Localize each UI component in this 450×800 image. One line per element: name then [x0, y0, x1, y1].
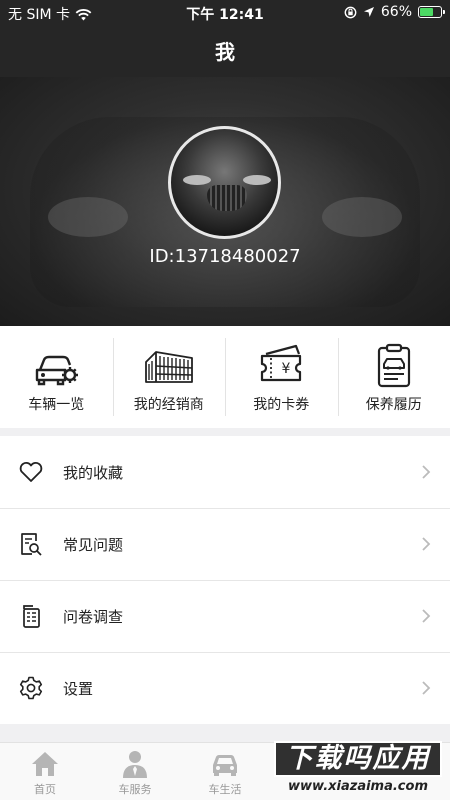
quick-item-label: 车辆一览 — [28, 397, 85, 413]
quick-item-label: 我的经销商 — [133, 397, 204, 413]
watermark-url: www.xiazaima.com — [288, 779, 428, 794]
rotation-lock-icon — [344, 6, 357, 18]
background-headlight-left — [48, 197, 128, 237]
page-title: 我 — [215, 40, 235, 64]
status-right: 66% — [344, 4, 445, 20]
menu-item-label: 设置 — [63, 679, 94, 698]
car-icon — [213, 755, 237, 776]
tab-home[interactable]: 首页 — [0, 743, 90, 800]
dealer-building-icon — [144, 351, 193, 383]
battery-percent: 66% — [380, 4, 412, 20]
car-gear-icon — [36, 355, 79, 386]
avatar[interactable] — [168, 126, 281, 239]
menu-list: 我的收藏 常见问题 问卷调查 设置 — [0, 436, 450, 724]
service-person-icon — [123, 751, 147, 778]
tab-car-service[interactable]: 车服务 — [90, 743, 180, 800]
tab-label: 首页 — [34, 783, 56, 796]
menu-item-favorites[interactable]: 我的收藏 — [0, 436, 450, 508]
location-arrow-icon — [363, 7, 374, 17]
quick-item-label: 我的卡券 — [253, 397, 310, 413]
background-headlight-right — [322, 197, 402, 237]
tab-label: 车生活 — [208, 783, 242, 796]
menu-item-label: 常见问题 — [63, 535, 124, 554]
user-id: ID:13718480027 — [149, 246, 301, 267]
quick-menu: 车辆一览 我的经销商 ¥ 我的卡券 保养履历 — [0, 326, 450, 428]
menu-item-settings[interactable]: 设置 — [0, 652, 450, 724]
coupon-ticket-icon: ¥ — [261, 344, 302, 382]
quick-item-label: 保养履历 — [365, 397, 422, 413]
quick-item-vehicles[interactable]: 车辆一览 — [0, 326, 113, 428]
home-icon — [32, 752, 58, 776]
faq-search-document-icon — [21, 533, 42, 556]
quick-item-coupons[interactable]: ¥ 我的卡券 — [225, 326, 338, 428]
maintenance-clipboard-icon — [377, 343, 410, 388]
menu-item-survey[interactable]: 问卷调查 — [0, 580, 450, 652]
avatar-grille — [207, 185, 247, 211]
status-bar: 无 SIM 卡 下午 12:41 66% — [0, 0, 450, 26]
chevron-right-icon — [422, 537, 431, 551]
watermark-logo: 下载吗应用 — [274, 741, 442, 777]
tab-car-life[interactable]: 车生活 — [180, 743, 270, 800]
profile-header: ID:13718480027 — [0, 77, 450, 326]
quick-item-maintenance[interactable]: 保养履历 — [337, 326, 450, 428]
quick-item-dealer[interactable]: 我的经销商 — [112, 326, 226, 428]
battery-level — [420, 8, 433, 16]
chevron-right-icon — [422, 465, 431, 479]
avatar-headlight-left — [183, 175, 211, 185]
menu-item-faq[interactable]: 常见问题 — [0, 508, 450, 580]
tab-label: 车服务 — [118, 783, 152, 796]
chevron-right-icon — [422, 609, 431, 623]
menu-item-label: 问卷调查 — [63, 607, 124, 626]
battery-icon — [418, 6, 445, 18]
survey-document-icon — [23, 605, 40, 628]
heart-icon — [19, 461, 43, 482]
watermark: 下载吗应用 www.xiazaima.com — [268, 737, 448, 797]
avatar-headlight-right — [243, 175, 271, 185]
menu-item-label: 我的收藏 — [63, 463, 124, 482]
top-bar: 无 SIM 卡 下午 12:41 66% 我 — [0, 0, 450, 77]
svg-text:¥: ¥ — [282, 361, 291, 377]
chevron-right-icon — [422, 681, 431, 695]
gear-icon — [19, 676, 43, 700]
